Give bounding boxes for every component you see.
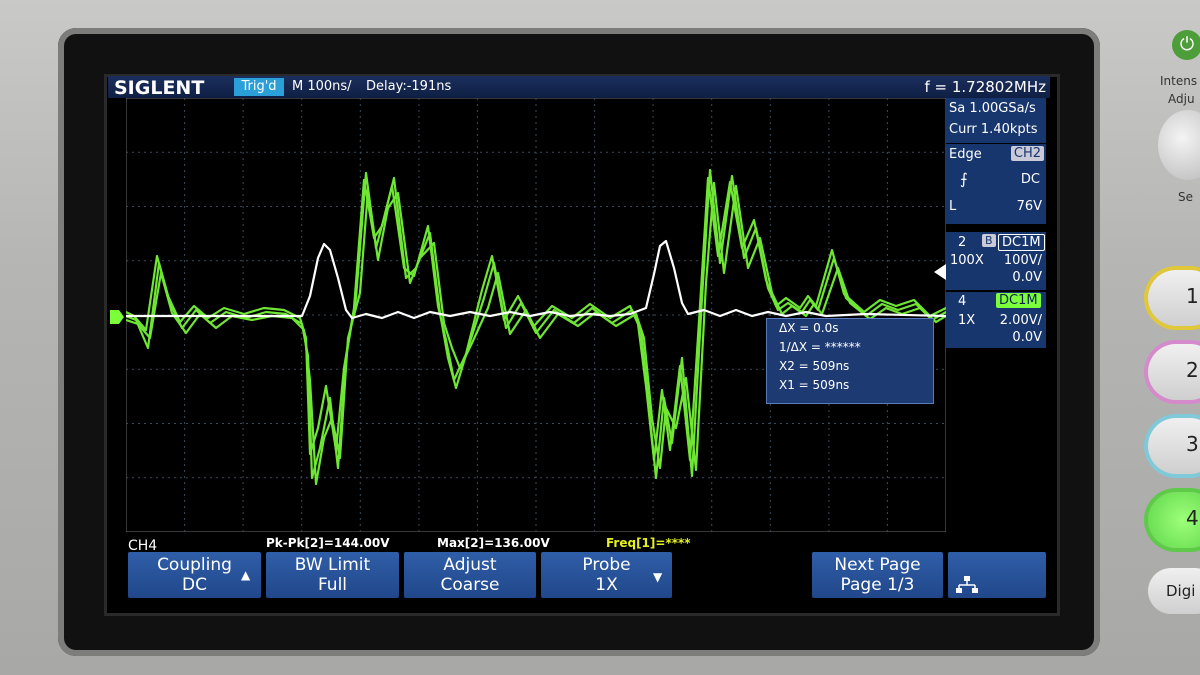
trigger-level: 76V xyxy=(1016,199,1042,214)
adjust-softkey[interactable]: Adjust Coarse xyxy=(404,552,536,598)
arrow-down-icon: ▼ xyxy=(653,570,663,584)
brand-logo: SIGLENT xyxy=(114,77,205,99)
pkpk-measurement: Pk-Pk[2]=144.00V xyxy=(266,536,390,550)
cursor-readout: ΔX = 0.0s 1/ΔX = ****** X2 = 509ns X1 = … xyxy=(766,318,934,404)
probe-softkey[interactable]: Probe 1X ▼ xyxy=(541,552,672,598)
adjust-label-hw: Adju xyxy=(1168,92,1195,106)
ch2-probe: 100X xyxy=(950,253,984,268)
network-softkey[interactable] xyxy=(948,552,1046,598)
cursor-x2: X2 = 509ns xyxy=(779,359,850,373)
ch4-probe: 1X xyxy=(958,313,976,328)
sample-rate: Sa 1.00GSa/s xyxy=(949,101,1036,116)
select-label: Se xyxy=(1178,190,1193,204)
adjust-label: Adjust xyxy=(443,555,497,575)
ch2-button[interactable]: 2 xyxy=(1148,344,1200,400)
ch3-button[interactable]: 3 xyxy=(1148,418,1200,474)
status-bar: SIGLENT Trig'd M 100ns/ Delay:-191ns f =… xyxy=(108,76,1050,99)
frequency-readout: f = 1.72802MHz xyxy=(924,78,1046,96)
page-indicator: Page 1/3 xyxy=(840,575,915,595)
max-measurement: Max[2]=136.00V xyxy=(437,536,550,550)
ch2-coupling: DC1M xyxy=(998,234,1045,251)
digital-button[interactable]: Digi xyxy=(1148,568,1200,614)
ch1-button[interactable]: 1 xyxy=(1148,270,1200,326)
ch4-offset: 0.0V xyxy=(1012,330,1042,345)
ch2-info-box[interactable]: 2 B DC1M 100X 100V/ 0.0V xyxy=(946,232,1046,290)
ch4-scale: 2.00V/ xyxy=(999,313,1042,328)
ch4-coupling: DC1M xyxy=(996,293,1041,308)
coupling-softkey[interactable]: Coupling DC ▲ xyxy=(128,552,261,598)
ch4-number: 4 xyxy=(958,294,967,309)
bw-limit-value: Full xyxy=(317,575,348,595)
adjust-value: Coarse xyxy=(440,575,500,595)
rising-edge-icon: ⨍ xyxy=(960,170,968,188)
ch2-offset: 0.0V xyxy=(1012,270,1042,285)
power-icon[interactable]: ⏻ xyxy=(1172,30,1200,60)
network-icon xyxy=(956,576,978,593)
cursor-delta-x: ΔX = 0.0s xyxy=(779,321,839,335)
ch4-info-box[interactable]: 4 DC1M 1X 2.00V/ 0.0V xyxy=(946,292,1046,348)
trigger-source: CH2 xyxy=(1010,146,1044,161)
freq-measurement: Freq[1]=**** xyxy=(606,536,691,550)
cursor-x1: X1 = 509ns xyxy=(779,378,850,392)
ch4-ground-marker[interactable] xyxy=(110,310,124,324)
delay-readout: Delay:-191ns xyxy=(366,79,452,94)
ch2-scale: 100V/ xyxy=(1003,253,1042,268)
bw-limit-label: BW Limit xyxy=(294,555,371,575)
trigger-coupling: DC xyxy=(1020,172,1040,187)
trigger-type: Edge xyxy=(949,147,982,162)
acquisition-box[interactable]: Sa 1.00GSa/s Curr 1.40kpts xyxy=(946,98,1046,143)
bw-limit-softkey[interactable]: BW Limit Full xyxy=(266,552,399,598)
cursor-inverse-delta: 1/ΔX = ****** xyxy=(779,340,861,354)
right-info-panel: Sa 1.00GSa/s Curr 1.40kpts Edge CH2 ⨍ DC… xyxy=(946,98,1048,348)
memory-depth: Curr 1.40kpts xyxy=(949,122,1038,137)
timebase-readout: M 100ns/ xyxy=(292,79,352,94)
intensity-label: Intens xyxy=(1160,74,1198,88)
trigger-level-label: L xyxy=(949,199,957,214)
next-page-softkey[interactable]: Next Page Page 1/3 xyxy=(812,552,943,598)
trigger-box[interactable]: Edge CH2 ⨍ DC L 76V xyxy=(946,144,1046,224)
arrow-up-icon: ▲ xyxy=(241,568,251,582)
trigger-status-badge: Trig'd xyxy=(234,78,284,96)
ch4-button[interactable]: 4 xyxy=(1148,492,1200,548)
ch2-number: 2 xyxy=(958,235,967,250)
next-page-label: Next Page xyxy=(834,555,921,575)
waveform-graticule xyxy=(126,98,946,532)
ch2-offset-marker[interactable] xyxy=(934,264,946,280)
ch2-bw-flag: B xyxy=(982,234,996,247)
